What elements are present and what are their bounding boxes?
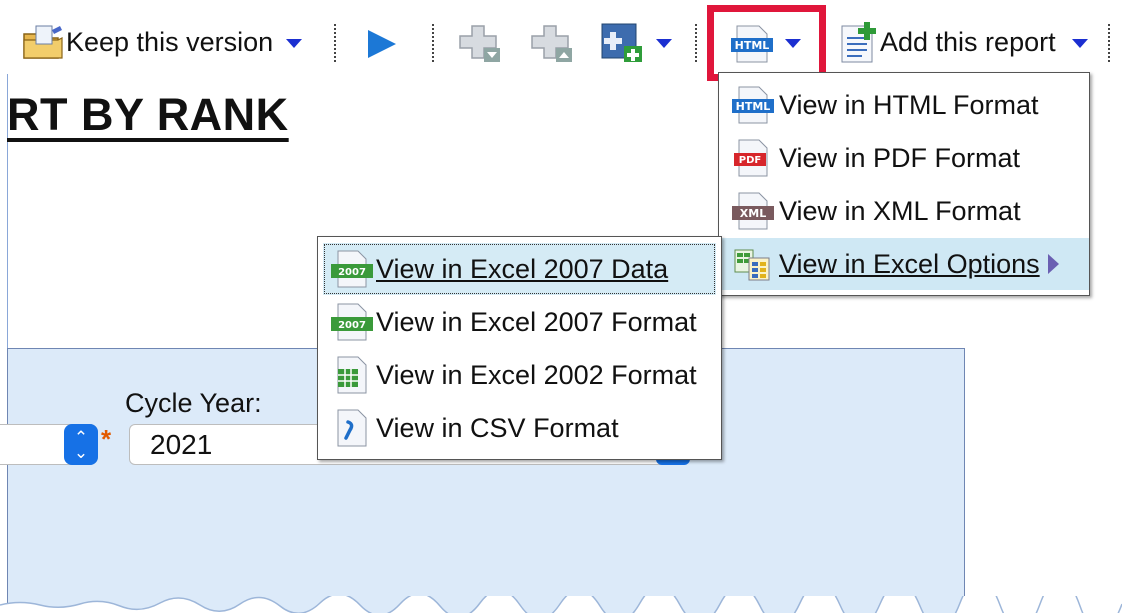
menu-item-html[interactable]: HTML View in HTML Format bbox=[719, 79, 1089, 131]
excel-2002-icon bbox=[330, 355, 374, 395]
excel-options-icon bbox=[731, 244, 775, 284]
menu-item-excel-2007-format[interactable]: 2007 View in Excel 2007 Format bbox=[318, 296, 721, 348]
chevron-down-icon bbox=[286, 39, 302, 48]
keep-version-button[interactable]: Keep this version bbox=[20, 22, 310, 66]
menu-item-excel-2002-format[interactable]: View in Excel 2002 Format bbox=[318, 349, 721, 401]
play-icon bbox=[368, 30, 396, 58]
menu-item-label: View in Excel 2007 Data bbox=[376, 253, 669, 284]
html-icon-text: HTML bbox=[736, 100, 771, 113]
chevron-down-icon bbox=[656, 39, 672, 48]
report-heading: RT BY RANK bbox=[7, 89, 289, 140]
drill-up-button[interactable] bbox=[530, 22, 576, 66]
menu-item-label: View in CSV Format bbox=[376, 412, 619, 443]
torn-edge bbox=[0, 596, 1122, 613]
folder-edit-icon bbox=[22, 24, 64, 67]
xml-icon-text: XML bbox=[740, 207, 766, 220]
keep-version-label: Keep this version bbox=[66, 27, 274, 57]
pdf-icon-text: PDF bbox=[739, 155, 761, 166]
view-format-menu: HTML View in HTML Format PDF View in PDF… bbox=[718, 72, 1090, 296]
chevron-down-icon: ⌄ bbox=[73, 442, 89, 462]
menu-item-excel-options[interactable]: View in Excel Options bbox=[719, 238, 1089, 290]
submenu-arrow-icon bbox=[1047, 254, 1059, 274]
toolbar-separator bbox=[1108, 24, 1110, 62]
menu-item-pdf[interactable]: PDF View in PDF Format bbox=[719, 132, 1089, 184]
highlight-box bbox=[707, 5, 826, 81]
excel-2007-icon: 2007 bbox=[330, 302, 374, 342]
add-report-label: Add this report bbox=[880, 27, 1056, 57]
menu-item-label: View in PDF Format bbox=[779, 142, 1021, 173]
menu-item-xml[interactable]: XML View in XML Format bbox=[719, 185, 1089, 237]
menu-item-label: View in Excel Options bbox=[779, 248, 1040, 279]
excel-icon-text: 2007 bbox=[338, 320, 366, 331]
menu-item-label: View in XML Format bbox=[779, 195, 1021, 226]
excel-2007-icon: 2007 bbox=[330, 249, 374, 289]
chevron-down-icon bbox=[1072, 39, 1088, 48]
menu-item-label: View in Excel 2002 Format bbox=[376, 359, 697, 390]
menu-item-excel-2007-data[interactable]: 2007 View in Excel 2007 Data bbox=[323, 243, 716, 295]
go-to-button[interactable] bbox=[600, 20, 680, 66]
add-report-icon bbox=[838, 20, 878, 69]
run-button[interactable] bbox=[362, 26, 402, 62]
required-icon: * bbox=[101, 424, 112, 454]
drill-down-button[interactable] bbox=[458, 22, 504, 66]
excel-icon-text: 2007 bbox=[338, 267, 366, 278]
toolbar-separator bbox=[334, 24, 336, 62]
add-report-button[interactable]: Add this report bbox=[838, 20, 1098, 66]
html-icon: HTML bbox=[731, 85, 775, 125]
xml-icon: XML bbox=[731, 191, 775, 231]
select-stepper[interactable]: ⌃ ⌄ bbox=[64, 424, 98, 465]
menu-item-csv-format[interactable]: View in CSV Format bbox=[318, 402, 721, 454]
excel-options-submenu: 2007 View in Excel 2007 Data 2007 View i… bbox=[317, 236, 722, 460]
drill-up-icon bbox=[531, 25, 572, 62]
go-to-icon bbox=[601, 23, 642, 62]
cycle-year-label: Cycle Year: bbox=[125, 388, 262, 418]
csv-icon bbox=[330, 408, 374, 448]
toolbar-separator bbox=[695, 24, 697, 62]
menu-item-label: View in Excel 2007 Format bbox=[376, 306, 697, 337]
drill-down-icon bbox=[459, 25, 500, 62]
pdf-icon: PDF bbox=[731, 138, 775, 178]
menu-item-label: View in HTML Format bbox=[779, 89, 1039, 120]
toolbar-separator bbox=[432, 24, 434, 62]
